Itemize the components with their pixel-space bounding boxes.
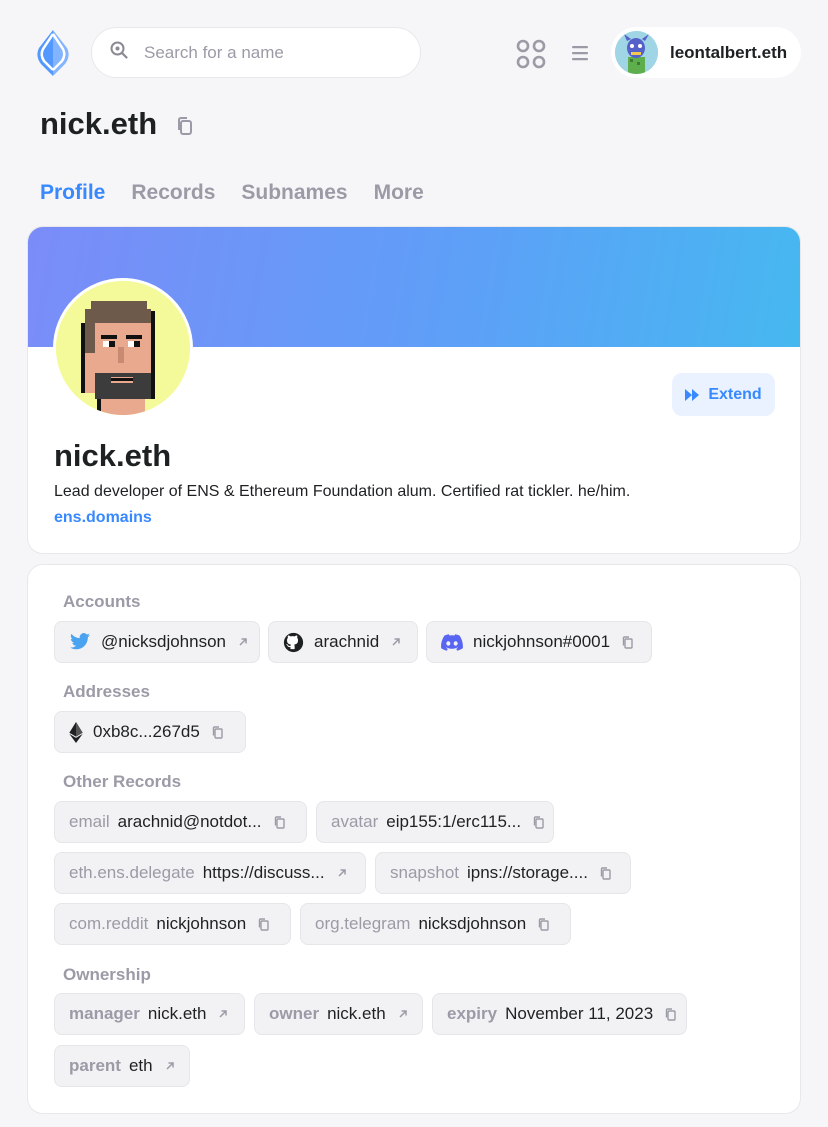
record-value: arachnid@notdot... — [117, 812, 262, 831]
avatar — [615, 31, 658, 74]
copy-icon — [533, 815, 544, 829]
section-label-ownership: Ownership — [63, 965, 151, 984]
ownership-chip-manager[interactable]: manager nick.eth — [54, 993, 245, 1035]
address-value: 0xb8c...267d5 — [93, 722, 200, 741]
search-input[interactable] — [144, 42, 384, 63]
record-key: eth.ens.delegate — [69, 863, 195, 882]
record-chip-email[interactable]: email arachnid@notdot... — [54, 801, 307, 843]
tab-profile[interactable]: Profile — [40, 181, 105, 205]
ownership-value: nick.eth — [147, 1004, 207, 1023]
account-chip-discord[interactable]: nickjohnson#0001 — [426, 621, 652, 663]
record-value: ipns://storage.... — [467, 863, 588, 882]
record-value: nickjohnson — [156, 914, 247, 933]
fast-forward-icon — [685, 388, 700, 401]
ownership-key: expiry — [447, 1004, 498, 1023]
ownership-chip-parent[interactable]: parent eth — [54, 1045, 190, 1087]
account-chip-github[interactable]: arachnid — [268, 621, 418, 663]
external-link-icon — [391, 637, 401, 647]
ownership-value: eth — [128, 1056, 153, 1075]
copy-icon — [665, 1007, 676, 1021]
profile-name: nick.eth — [54, 438, 172, 473]
external-link-icon — [398, 1009, 408, 1019]
ethereum-icon — [69, 721, 83, 743]
apps-icon[interactable] — [516, 39, 546, 69]
account-button[interactable]: leontalbert.eth — [611, 27, 801, 78]
copy-icon — [600, 866, 611, 880]
discord-icon — [441, 633, 463, 651]
ownership-value: November 11, 2023 — [505, 1004, 654, 1023]
ownership-chip-owner[interactable]: owner nick.eth — [254, 993, 423, 1035]
twitter-icon — [69, 633, 91, 651]
copy-icon[interactable] — [176, 116, 194, 136]
account-name: leontalbert.eth — [670, 42, 788, 62]
profile-website-link[interactable]: ens.domains — [54, 509, 152, 527]
profile-bio: Lead developer of ENS & Ethereum Foundat… — [54, 483, 631, 500]
menu-icon[interactable] — [570, 44, 590, 62]
record-key: snapshot — [390, 863, 459, 882]
ownership-chip-expiry[interactable]: expiry November 11, 2023 — [432, 993, 687, 1035]
ownership-value: nick.eth — [327, 1004, 386, 1023]
tab-records[interactable]: Records — [131, 181, 215, 205]
extend-label: Extend — [708, 385, 762, 403]
record-value: eip155:1/erc115... — [386, 812, 522, 831]
copy-icon — [258, 917, 269, 931]
account-value: arachnid — [314, 632, 380, 651]
extend-button[interactable]: Extend — [672, 373, 775, 416]
record-key: org.telegram — [315, 914, 411, 933]
record-chip-eth-ens-delegate[interactable]: eth.ens.delegate https://discuss... — [54, 852, 366, 894]
records-card: Accounts @nicksdjohnson arachnid nickjoh… — [27, 564, 801, 1114]
record-chip-org-telegram[interactable]: org.telegram nicksdjohnson — [300, 903, 571, 945]
github-icon — [283, 632, 304, 653]
copy-icon — [274, 815, 285, 829]
tab-more[interactable]: More — [374, 181, 424, 205]
ownership-key: manager — [69, 1004, 140, 1023]
search-bar[interactable] — [91, 27, 421, 78]
tab-subnames[interactable]: Subnames — [241, 181, 347, 205]
external-link-icon — [218, 1009, 228, 1019]
account-value: @nicksdjohnson — [101, 632, 226, 651]
copy-icon — [212, 725, 223, 739]
search-icon — [110, 41, 128, 64]
profile-avatar — [53, 278, 193, 418]
external-link-icon — [337, 868, 347, 878]
ens-logo-icon[interactable] — [29, 28, 77, 78]
record-chip-com-reddit[interactable]: com.reddit nickjohnson — [54, 903, 291, 945]
account-value: nickjohnson#0001 — [473, 632, 611, 651]
record-key: avatar — [331, 812, 379, 831]
record-value: nicksdjohnson — [418, 914, 527, 933]
page-title: nick.eth — [40, 106, 158, 141]
record-value: https://discuss... — [202, 863, 325, 882]
external-link-icon — [238, 637, 248, 647]
section-label-other-records: Other Records — [63, 772, 182, 791]
record-chip-avatar[interactable]: avatar eip155:1/erc115... — [316, 801, 554, 843]
address-chip-eth[interactable]: 0xb8c...267d5 — [54, 711, 246, 753]
external-link-icon — [165, 1061, 175, 1071]
ownership-key: parent — [69, 1056, 121, 1075]
section-label-accounts: Accounts — [63, 592, 141, 611]
account-chip-twitter[interactable]: @nicksdjohnson — [54, 621, 260, 663]
record-key: com.reddit — [69, 914, 149, 933]
section-label-addresses: Addresses — [63, 682, 150, 701]
ownership-key: owner — [269, 1004, 320, 1023]
profile-card: Extend nick.eth Lead developer of ENS & … — [27, 226, 801, 554]
record-chip-snapshot[interactable]: snapshot ipns://storage.... — [375, 852, 631, 894]
record-key: email — [69, 812, 110, 831]
copy-icon — [622, 635, 633, 649]
profile-tabs: Profile Records Subnames More — [40, 181, 450, 205]
copy-icon — [538, 917, 549, 931]
